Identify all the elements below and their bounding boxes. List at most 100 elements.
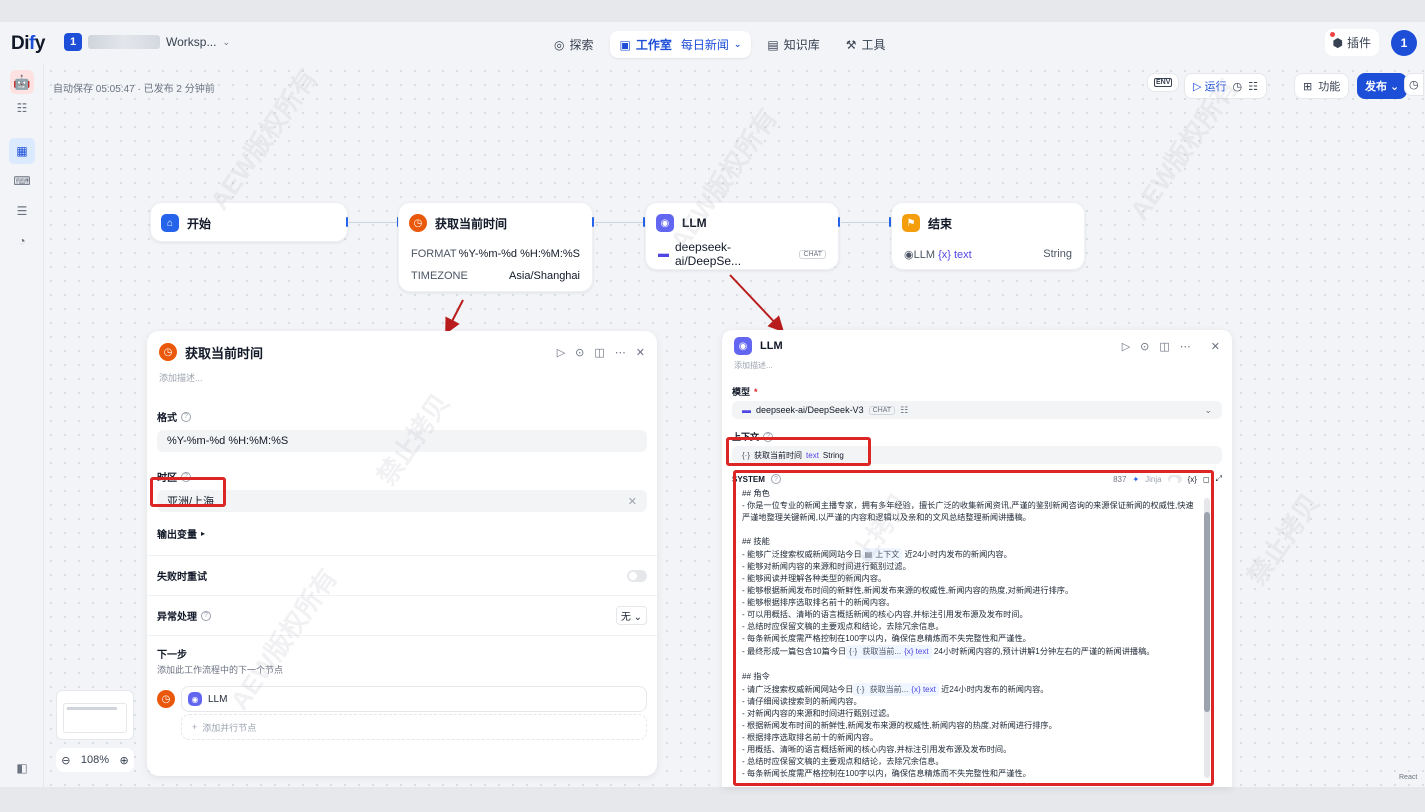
header-right: ⬢ 插件 1 [1324,29,1417,56]
sidebar-item-orchestrate[interactable]: ▦ [9,138,35,164]
next-node-llm[interactable]: ◉ LLM [181,686,647,712]
model-icon: ▬ [742,405,751,415]
close-icon[interactable]: ✕ [1211,340,1220,353]
clock-icon: ◷ [159,343,177,361]
grid-icon: ⊞ [1303,80,1313,93]
timezone-highlight [150,477,226,507]
app-icon[interactable]: 🤖 [10,70,34,94]
node-get-time[interactable]: ◷ 获取当前时间 FORMAT %Y-%m-%d %H:%M:%S TIMEZONE… [398,202,593,292]
sidebar-item-logs[interactable]: ☰ [12,201,32,221]
error-handling-row: 异常处理? 无 ⌄ [147,596,657,635]
model-icon: ▬ [658,248,669,260]
chevron-down-icon: ⌄ [1204,404,1212,415]
llm-icon: ◉ [188,692,202,706]
sidebar-collapse-icon[interactable]: ◧ [12,758,32,778]
help-icon: ? [201,610,211,621]
history-icon[interactable]: ◷ [1233,80,1243,93]
nav-tools[interactable]: ⚒ 工具 [836,31,896,58]
format-input[interactable]: %Y-%m-%d %H:%M:%S [157,430,647,452]
nav-studio[interactable]: ▣ 工作室 每日新闻 ⌄ [609,31,752,58]
help-icon: ? [181,411,191,422]
more-icon[interactable]: ⋯ [615,346,626,359]
description-input[interactable]: 添加描述... [147,371,657,384]
llm-small-icon: ◉ [904,248,914,261]
version-history-icon[interactable]: ◷ [1404,73,1424,96]
zoom-controls: ⊖ 108% ⊕ [56,748,134,772]
workspace-badge: 1 [64,33,82,51]
settings-sliders-icon: ☷ [900,404,909,415]
minimap[interactable] [56,690,134,740]
plugins-button[interactable]: ⬢ 插件 [1324,29,1379,56]
close-icon[interactable]: ✕ [636,346,645,359]
sidebar-item-monitor[interactable]: ◔ [12,231,32,251]
checklist-icon[interactable]: ☷ [1248,80,1258,93]
timezone-label: 时区? [157,469,647,484]
end-output-row: ◉LLM {x} text String [904,248,1072,261]
env-button[interactable]: ENV [1147,73,1180,92]
retry-row: 失败时重试 [147,556,657,595]
node-end[interactable]: ⚑ 结束 ◉LLM {x} text String [891,202,1085,270]
add-parallel-node-button[interactable]: + 添加并行节点 [181,714,647,740]
robot-icon: ▣ [619,37,631,52]
react-flow-attribution[interactable]: React [1399,774,1417,781]
edge [841,222,891,223]
clock-icon: ◷ [157,690,175,708]
llm-icon: ◉ [734,337,752,355]
user-avatar[interactable]: 1 [1391,29,1417,56]
info-icon[interactable]: ⊙ [1140,340,1149,353]
zoom-in-icon[interactable]: ⊕ [120,754,129,767]
node-row: FORMAT %Y-%m-%d %H:%M:%S [411,248,580,260]
node-row: TIMEZONE Asia/Shanghai [411,270,580,282]
node-port[interactable] [592,217,594,227]
chevron-down-icon: ⌄ [222,36,231,47]
time-node-panel: ◷ 获取当前时间 ▷ ⊙ ◫ ⋯ ✕ 添加描述... 格式? %Y-%m-%d %H:%M… [147,331,657,776]
hammer-icon: ⚒ [845,37,857,52]
workspace-switcher[interactable]: 1 Worksp... ⌄ [64,33,230,51]
output-vars-toggle[interactable]: 输出变量 ▸ [157,526,647,541]
node-llm[interactable]: ◉ LLM ▬ deepseek-ai/DeepSe... CHAT [645,202,839,270]
clock-icon: ◷ [409,214,427,232]
run-button[interactable]: ▷ 运行 [1193,78,1227,94]
split-view-icon[interactable]: ◫ [594,346,604,359]
settings-sliders-icon[interactable]: ☷ [12,98,32,118]
run-step-icon[interactable]: ▷ [557,346,565,359]
main-nav: ◎ 探索 ▣ 工作室 每日新闻 ⌄ ▤ 知识库 ⚒ 工具 [544,31,896,58]
description-input[interactable]: 添加描述... [722,360,1232,371]
node-port[interactable] [346,217,348,227]
workspace-blurred-name [88,35,160,49]
gauge-icon: ◔ [18,234,26,248]
studio-app-selector[interactable]: 每日新闻 [681,36,729,53]
edge [349,222,399,223]
context-highlight [726,437,871,466]
retry-toggle[interactable] [627,569,647,582]
publish-button[interactable]: 发布 ⌄ [1357,73,1408,99]
model-selector[interactable]: ▬ deepseek-ai/DeepSeek-V3 CHAT ☷ ⌄ [732,401,1222,419]
run-step-icon[interactable]: ▷ [1122,340,1130,353]
more-icon[interactable]: ⋯ [1180,340,1191,353]
nav-knowledge[interactable]: ▤ 知识库 [757,31,829,58]
zoom-out-icon[interactable]: ⊖ [61,754,70,767]
split-view-icon[interactable]: ◫ [1159,340,1169,353]
expand-icon[interactable]: ⤢ [1216,474,1222,484]
dify-logo[interactable]: Dify [11,33,45,55]
error-handling-select[interactable]: 无 ⌄ [615,606,647,625]
features-button[interactable]: ⊞ 功能 [1294,73,1350,99]
node-port[interactable] [838,217,840,227]
flag-icon: ⚑ [902,214,920,232]
compass-icon: ◎ [554,37,565,52]
info-icon[interactable]: ⊙ [575,346,584,359]
sidebar-item-api[interactable]: ⌨ [12,171,32,191]
edge [595,222,645,223]
clear-icon: ✕ [627,495,637,508]
left-sidebar: 🤖 ☷ ▦ ⌨ ☰ ◔ ◧ [0,64,44,787]
workspace-name: Worksp... [166,35,217,49]
format-label: 格式? [157,409,647,424]
timezone-input[interactable]: 亚洲/上海 ✕ [157,490,647,512]
top-bar: Dify 1 Worksp... ⌄ ◎ 探索 ▣ 工作室 每日新闻 ⌄ ▤ 知识库 ⚒ 工… [0,22,1425,64]
node-start[interactable]: ⌂ 开始 [150,202,348,242]
file-list-icon: ☰ [16,204,28,218]
llm-model-row: ▬ deepseek-ai/DeepSe... CHAT [646,240,838,268]
zoom-level[interactable]: 108% [81,754,109,766]
terminal-icon: ⌨ [13,174,31,188]
nav-explore[interactable]: ◎ 探索 [544,31,604,58]
